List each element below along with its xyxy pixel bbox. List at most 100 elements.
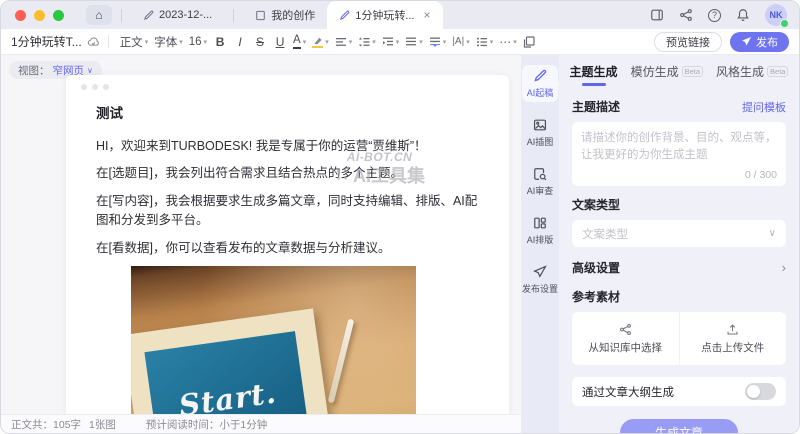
share-icon[interactable] [679, 8, 693, 22]
rail-label: AI起稿 [527, 86, 554, 99]
list-button[interactable]: ▾ [476, 36, 494, 48]
document-paragraph[interactable]: 在[选题目]，我会列出符合需求且结合热点的多个主题。 [96, 164, 487, 183]
topic-description-label: 主题描述 [572, 98, 620, 115]
document-page[interactable]: 测试 HI，欢迎来到TURBODESK! 我是专属于你的运营“贾维斯”！ 在[选… [66, 75, 509, 414]
ai-tools-rail: AI起稿 AI插图 AI审查 AI排版 发布设置 [521, 55, 559, 433]
document-title-field[interactable]: 1分钟玩转T... [11, 33, 82, 50]
editor-statusbar: 正文共：105字 1张图 预计阅读时间：小于1分钟 [1, 414, 521, 433]
preview-link-button[interactable]: 预览链接 [654, 32, 722, 52]
photo-paper-card: Start. [131, 308, 335, 414]
rail-item-ai-draft[interactable]: AI起稿 [522, 65, 558, 102]
strikethrough-button[interactable]: S [253, 35, 267, 49]
rail-item-ai-layout[interactable]: AI排版 [522, 212, 558, 249]
document-paragraph[interactable]: HI，欢迎来到TURBODESK! 我是专属于你的运营“贾维斯”！ [96, 137, 487, 156]
help-glyph: ? [712, 10, 717, 20]
sidebar-panel-icon[interactable] [650, 8, 664, 22]
chevron-right-icon: › [782, 260, 786, 275]
ordered-list-icon [476, 36, 488, 48]
user-avatar[interactable]: NK [765, 4, 787, 26]
upload-icon [726, 323, 739, 336]
generation-panel: 主题生成 模仿生成 Beta 风格生成 Beta 主题描述 提问模板 0 / 3… [559, 55, 799, 433]
advanced-settings-row[interactable]: 高级设置 › [572, 259, 786, 276]
chevron-down-icon: ∨ [769, 228, 776, 239]
select-from-knowledge-base-button[interactable]: 从知识库中选择 [572, 312, 679, 365]
document-heading[interactable]: 测试 [96, 102, 487, 122]
document-paragraph[interactable]: 在[写内容]，我会根据要求生成多篇文章，同时支持编辑、排版、AI配图和分发到多平… [96, 192, 487, 231]
chevron-down-icon: ▾ [490, 38, 494, 46]
tab-active-document[interactable]: 1分钟玩转... × [327, 1, 442, 29]
document-paragraph[interactable]: 在[看数据]，你可以查看发布的文章数据与分析建议。 [96, 239, 487, 258]
italic-button[interactable]: I [233, 35, 247, 49]
tab-style-generation[interactable]: 风格生成 Beta [716, 63, 788, 80]
copy-type-select[interactable]: 文案类型 ∨ [572, 220, 786, 247]
outline-toggle-switch[interactable] [745, 383, 776, 400]
layout-icon [533, 216, 547, 230]
beta-badge: Beta [682, 66, 703, 78]
topic-description-input[interactable] [572, 122, 786, 168]
chevron-down-icon: ▾ [303, 38, 307, 46]
highlight-color-button[interactable]: ▾ [312, 36, 329, 48]
align-justify-button[interactable]: ▾ [405, 36, 423, 48]
upload-file-button[interactable]: 点击上传文件 [679, 312, 787, 365]
notification-bell-icon[interactable] [736, 8, 750, 22]
outline-toggle-label: 通过文章大纲生成 [582, 384, 674, 400]
close-window-button[interactable] [15, 10, 26, 21]
tab-document-2023[interactable]: 2023-12-... [131, 1, 224, 29]
tab-label: 我的创作 [271, 7, 315, 23]
indent-button[interactable]: ▾ [382, 36, 400, 48]
close-tab-icon[interactable]: × [424, 9, 431, 21]
chevron-down-icon: ▾ [466, 38, 470, 46]
bold-button[interactable]: B [213, 35, 227, 49]
tab-label: 风格生成 [716, 63, 764, 80]
align-button[interactable]: ▾ [335, 36, 353, 48]
prompt-template-link[interactable]: 提问模板 [742, 99, 786, 115]
pencil-icon [339, 10, 350, 21]
minimize-window-button[interactable] [34, 10, 45, 21]
help-icon[interactable]: ? [708, 9, 721, 22]
rail-item-publish-settings[interactable]: 发布设置 [522, 261, 558, 298]
kb-button-label: 从知识库中选择 [589, 340, 663, 355]
generate-article-button[interactable]: 生成文章 [620, 419, 738, 434]
publish-button[interactable]: 发布 [730, 32, 789, 52]
italic-glyph: I [233, 35, 247, 49]
tab-topic-generation[interactable]: 主题生成 [570, 63, 618, 80]
tab-my-creations[interactable]: 我的创作 [243, 1, 327, 29]
rail-label: 发布设置 [522, 282, 558, 295]
image-count: 1张图 [89, 417, 116, 432]
inline-photo-start[interactable]: Start. [131, 266, 416, 414]
toolbar-divider [108, 35, 109, 48]
format-painter-button[interactable] [523, 36, 535, 48]
copy-type-placeholder: 文案类型 [582, 226, 628, 242]
home-button[interactable]: ⌂ [86, 5, 112, 25]
distribute-button[interactable]: ▾ [429, 36, 447, 48]
editor-area: 视图： 窄网页 ∨ 测试 HI，欢迎来到TURBODESK! 我是专属于你的运营… [1, 55, 521, 433]
cloud-saved-icon [87, 35, 100, 48]
paragraph-style-select[interactable]: 正文 ▾ [120, 34, 149, 50]
underline-button[interactable]: U [273, 35, 287, 49]
tab-imitation-generation[interactable]: 模仿生成 Beta [631, 63, 703, 80]
maximize-window-button[interactable] [53, 10, 64, 21]
font-family-select[interactable]: 字体 ▾ [154, 34, 183, 50]
avatar-initials: NK [770, 10, 783, 20]
line-height-button[interactable]: ▾ [358, 36, 376, 48]
reference-material-label: 参考素材 [572, 288, 786, 305]
document-body[interactable]: 测试 HI，欢迎来到TURBODESK! 我是专属于你的运营“贾维斯”！ 在[选… [66, 90, 509, 414]
chevron-down-icon: ▾ [513, 38, 517, 46]
photo-caption: Start. [177, 375, 279, 414]
char-counter: 0 / 300 [745, 169, 777, 181]
formatting-toolbar: 1分钟玩转T... 正文 ▾ 字体 ▾ 16 ▾ B I S U A ▾ [1, 29, 799, 55]
more-button[interactable]: ⋯ ▾ [499, 35, 517, 49]
chevron-down-icon: ▾ [372, 38, 376, 46]
rail-item-ai-review[interactable]: AI审查 [522, 163, 558, 200]
letter-case-button[interactable]: |A| ▾ [452, 36, 469, 47]
indent-icon [382, 36, 394, 48]
tab-divider [233, 9, 234, 22]
font-size-select[interactable]: 16 ▾ [189, 36, 207, 48]
font-color-button[interactable]: A ▾ [293, 35, 306, 49]
image-icon [533, 118, 547, 132]
tab-label: 模仿生成 [631, 63, 679, 80]
photo-chalk-pen [328, 318, 355, 403]
rail-item-ai-illustration[interactable]: AI插图 [522, 114, 558, 151]
pencil-icon [533, 69, 547, 83]
reference-material-card: 从知识库中选择 点击上传文件 [572, 312, 786, 365]
